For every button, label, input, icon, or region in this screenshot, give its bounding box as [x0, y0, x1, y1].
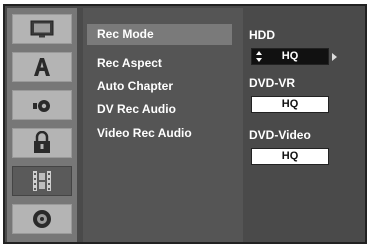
- dvd-vr-rec-mode-value: HQ: [281, 98, 299, 110]
- dvd-video-rec-mode-value: HQ: [281, 150, 299, 162]
- disc-icon: [33, 210, 51, 228]
- sidebar-item-recording[interactable]: [12, 166, 72, 196]
- arrow-down-icon: [256, 58, 262, 62]
- dvd-vr-rec-mode-select[interactable]: HQ: [251, 96, 329, 113]
- lock-icon: [34, 131, 50, 153]
- dvd-vr-label: DVD-VR: [249, 76, 296, 90]
- menu-item-rec-aspect[interactable]: Rec Aspect: [87, 53, 162, 74]
- recording-menu: Rec Mode Rec Aspect Auto Chapter DV Rec …: [83, 8, 243, 242]
- recording-icon: [33, 171, 51, 191]
- menu-item-dv-rec-audio[interactable]: DV Rec Audio: [87, 99, 176, 120]
- menu-item-rec-mode[interactable]: Rec Mode: [87, 24, 232, 45]
- hdd-label: HDD: [249, 28, 275, 42]
- sidebar-item-display[interactable]: [12, 14, 72, 44]
- arrow-up-icon: [256, 51, 262, 55]
- osd-setup-screen: Rec Mode Rec Aspect Auto Chapter DV Rec …: [3, 4, 367, 244]
- dvd-video-label: DVD-Video: [249, 128, 311, 142]
- rec-mode-settings: HDD HQ DVD-VR HQ DVD-Video HQ: [243, 8, 365, 242]
- language-icon: [34, 58, 50, 76]
- setup-sidebar: [7, 8, 77, 242]
- sidebar-item-audio[interactable]: [12, 90, 72, 120]
- tv-icon: [30, 20, 54, 38]
- arrow-right-icon: [332, 53, 337, 61]
- audio-icon: [33, 100, 50, 112]
- dvd-video-rec-mode-select[interactable]: HQ: [251, 148, 329, 165]
- hdd-rec-mode-value: HQ: [281, 50, 299, 62]
- menu-item-auto-chapter[interactable]: Auto Chapter: [87, 76, 173, 97]
- sidebar-item-lock[interactable]: [12, 128, 72, 158]
- menu-item-video-rec-audio[interactable]: Video Rec Audio: [87, 123, 192, 144]
- sidebar-item-language[interactable]: [12, 52, 72, 82]
- hdd-rec-mode-select[interactable]: HQ: [251, 48, 329, 65]
- sidebar-item-disc[interactable]: [12, 204, 72, 234]
